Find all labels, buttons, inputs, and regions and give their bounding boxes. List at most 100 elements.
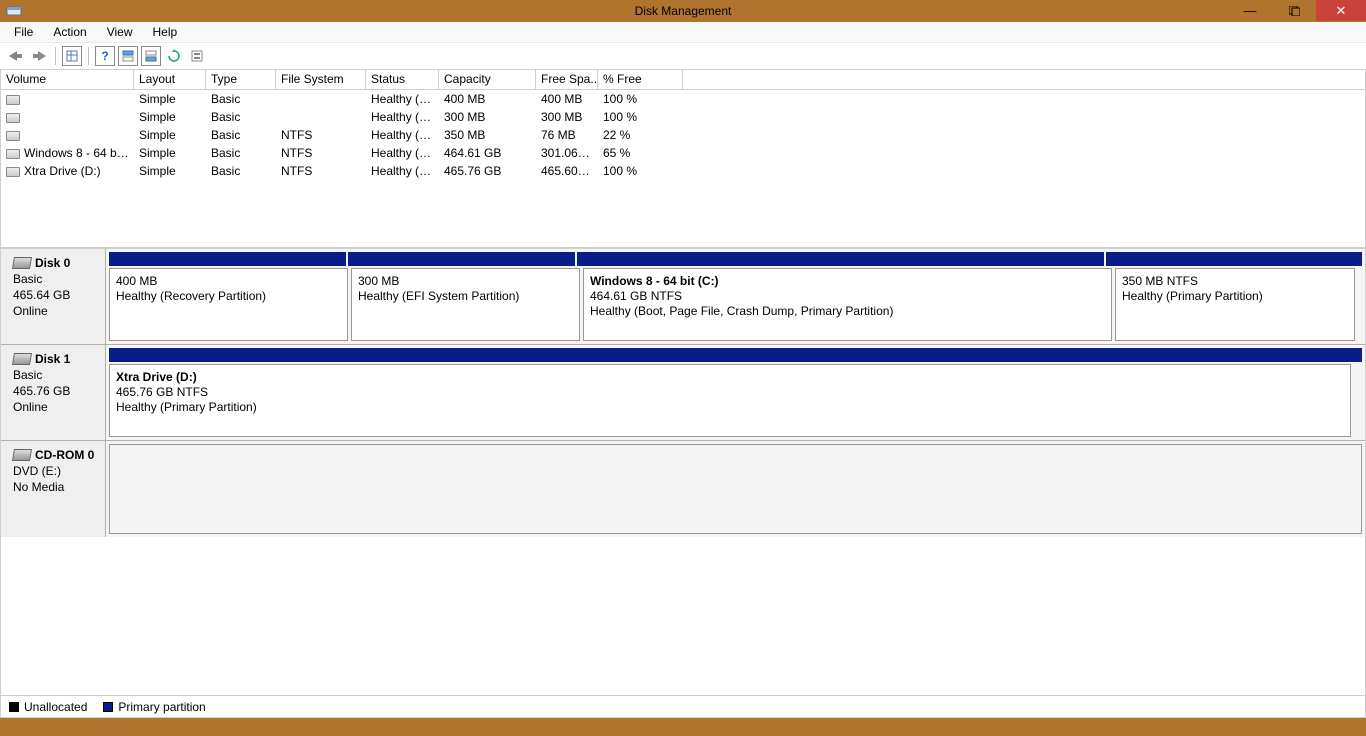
partition[interactable]: Xtra Drive (D:)465.76 GB NTFSHealthy (Pr…	[109, 364, 1351, 437]
volume-type: Basic	[206, 91, 276, 107]
disk-label[interactable]: Disk 1Basic465.76 GBOnline	[1, 345, 106, 440]
volume-capacity: 350 MB	[439, 127, 536, 143]
volume-type: Basic	[206, 145, 276, 161]
disk-title: Disk 1	[13, 351, 99, 367]
settings-icon[interactable]	[62, 46, 82, 66]
back-button[interactable]	[6, 46, 26, 66]
volume-pctfree: 100 %	[598, 163, 683, 179]
window-title: Disk Management	[0, 4, 1366, 18]
toolbar-separator	[55, 47, 56, 65]
disk-info-line: Basic	[13, 367, 99, 383]
menu-action[interactable]: Action	[43, 23, 96, 41]
partition[interactable]: 300 MBHealthy (EFI System Partition)	[351, 268, 580, 341]
column-header-pctfree[interactable]: % Free	[598, 70, 683, 89]
volume-pctfree: 100 %	[598, 91, 683, 107]
volume-status: Healthy (E...	[366, 109, 439, 125]
disk-label[interactable]: Disk 0Basic465.64 GBOnline	[1, 249, 106, 344]
column-header-capacity[interactable]: Capacity	[439, 70, 536, 89]
refresh-icon[interactable]	[164, 46, 184, 66]
empty-media	[109, 444, 1362, 534]
column-header-type[interactable]: Type	[206, 70, 276, 89]
volume-status: Healthy (P...	[366, 127, 439, 143]
outer-chrome	[0, 718, 1366, 736]
disk-partitions: 400 MBHealthy (Recovery Partition)300 MB…	[106, 249, 1365, 344]
column-header-status[interactable]: Status	[366, 70, 439, 89]
menu-view[interactable]: View	[97, 23, 143, 41]
disk-info-line: 465.64 GB	[13, 287, 99, 303]
column-header-layout[interactable]: Layout	[134, 70, 206, 89]
disk-row: CD-ROM 0DVD (E:)No Media	[1, 441, 1365, 537]
volume-freespace: 300 MB	[536, 109, 598, 125]
volume-layout: Simple	[134, 145, 206, 161]
volume-status: Healthy (R...	[366, 91, 439, 107]
volume-capacity: 400 MB	[439, 91, 536, 107]
table-row[interactable]: SimpleBasicHealthy (R...400 MB400 MB100 …	[1, 90, 1365, 108]
column-header-filesystem[interactable]: File System	[276, 70, 366, 89]
partition[interactable]: Windows 8 - 64 bit (C:)464.61 GB NTFSHea…	[583, 268, 1112, 341]
table-row[interactable]: SimpleBasicHealthy (E...300 MB300 MB100 …	[1, 108, 1365, 126]
unallocated-swatch	[9, 702, 19, 712]
volume-capacity: 300 MB	[439, 109, 536, 125]
disk-info-line: DVD (E:)	[13, 463, 99, 479]
disk-info-line: Online	[13, 303, 99, 319]
disk-icon	[12, 449, 32, 461]
help-icon[interactable]: ?	[95, 46, 115, 66]
disk-info-line: No Media	[13, 479, 99, 495]
volume-pctfree: 22 %	[598, 127, 683, 143]
legend-unallocated: Unallocated	[9, 700, 87, 714]
volume-filesystem: NTFS	[276, 145, 366, 161]
partition-size: 464.61 GB NTFS	[590, 289, 1105, 304]
volume-freespace: 301.06 GB	[536, 145, 598, 161]
table-row[interactable]: Xtra Drive (D:)SimpleBasicNTFSHealthy (P…	[1, 162, 1365, 180]
minimize-button[interactable]: —	[1228, 0, 1272, 21]
legend-unallocated-label: Unallocated	[24, 700, 87, 714]
partition-title: Windows 8 - 64 bit (C:)	[590, 274, 1105, 289]
partition-size: 300 MB	[358, 274, 573, 289]
partition[interactable]: 400 MBHealthy (Recovery Partition)	[109, 268, 348, 341]
volume-list[interactable]: Volume Layout Type File System Status Ca…	[0, 70, 1366, 248]
volume-freespace: 400 MB	[536, 91, 598, 107]
maximize-button[interactable]	[1272, 0, 1316, 21]
volume-freespace: 465.60 GB	[536, 163, 598, 179]
volume-capacity: 464.61 GB	[439, 145, 536, 161]
partition-status: Healthy (Primary Partition)	[1122, 289, 1348, 304]
volume-status: Healthy (B...	[366, 145, 439, 161]
partition-size: 350 MB NTFS	[1122, 274, 1348, 289]
menu-help[interactable]: Help	[143, 23, 188, 41]
drive-icon	[6, 167, 20, 177]
volume-layout: Simple	[134, 109, 206, 125]
view-bottom-icon[interactable]	[141, 46, 161, 66]
legend: Unallocated Primary partition	[1, 695, 1365, 717]
window-controls: — ✕	[1228, 0, 1366, 22]
partition[interactable]: 350 MB NTFSHealthy (Primary Partition)	[1115, 268, 1355, 341]
volume-layout: Simple	[134, 163, 206, 179]
disk-icon	[12, 257, 32, 269]
menu-file[interactable]: File	[4, 23, 43, 41]
disk-label[interactable]: CD-ROM 0DVD (E:)No Media	[1, 441, 106, 537]
partition-title: Xtra Drive (D:)	[116, 370, 1344, 385]
column-header-freespace[interactable]: Free Spa...	[536, 70, 598, 89]
disk-icon	[12, 353, 32, 365]
volume-status: Healthy (P...	[366, 163, 439, 179]
drive-icon	[6, 113, 20, 123]
volume-type: Basic	[206, 127, 276, 143]
partition-status: Healthy (EFI System Partition)	[358, 289, 573, 304]
properties-icon[interactable]	[187, 46, 207, 66]
forward-button[interactable]	[29, 46, 49, 66]
disk-partitions: Xtra Drive (D:)465.76 GB NTFSHealthy (Pr…	[106, 345, 1365, 440]
drive-icon	[6, 131, 20, 141]
partition-size: 465.76 GB NTFS	[116, 385, 1344, 400]
disk-row: Disk 0Basic465.64 GBOnline400 MBHealthy …	[1, 249, 1365, 345]
disk-title: Disk 0	[13, 255, 99, 271]
partition-size: 400 MB	[116, 274, 341, 289]
close-button[interactable]: ✕	[1316, 0, 1366, 21]
view-top-icon[interactable]	[118, 46, 138, 66]
disk-map: Disk 0Basic465.64 GBOnline400 MBHealthy …	[0, 248, 1366, 718]
toolbar: ?	[0, 43, 1366, 70]
table-row[interactable]: SimpleBasicNTFSHealthy (P...350 MB76 MB2…	[1, 126, 1365, 144]
disk-title: CD-ROM 0	[13, 447, 99, 463]
partition-status: Healthy (Recovery Partition)	[116, 289, 341, 304]
table-row[interactable]: Windows 8 - 64 bit...SimpleBasicNTFSHeal…	[1, 144, 1365, 162]
volume-name: Xtra Drive (D:)	[24, 164, 101, 178]
column-header-volume[interactable]: Volume	[1, 70, 134, 89]
